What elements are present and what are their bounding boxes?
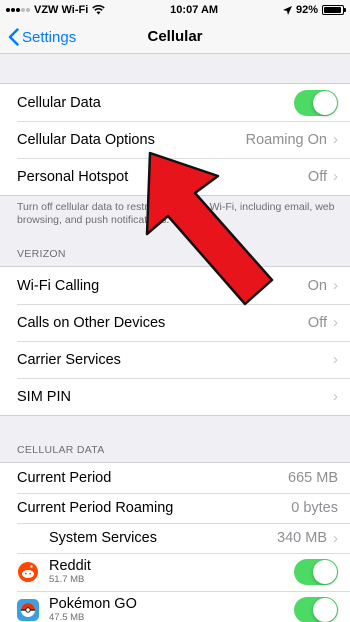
status-bar: VZW Wi-Fi 10:07 AM 92% xyxy=(0,0,350,20)
chevron-right-icon: › xyxy=(333,168,338,185)
current-period-roaming-value: 0 bytes xyxy=(291,500,338,516)
chevron-right-icon: › xyxy=(333,529,338,547)
cellular-data-row: Cellular Data xyxy=(0,84,350,121)
system-services-label: System Services xyxy=(49,530,157,546)
navigation-bar: Settings Cellular xyxy=(0,20,350,54)
app-usage-reddit: 51.7 MB xyxy=(49,574,85,585)
signal-icon xyxy=(6,8,30,12)
app-usage-pokemon-go: 47.5 MB xyxy=(49,612,85,622)
clock: 10:07 AM xyxy=(170,4,219,16)
app-row-reddit: Reddit 51.7 MB xyxy=(0,553,350,591)
page-title: Cellular xyxy=(147,28,203,45)
system-services-row[interactable]: System Services 340 MB › xyxy=(0,523,350,553)
status-right: 92% xyxy=(282,4,346,16)
wifi-calling-label: Wi-Fi Calling xyxy=(17,277,100,294)
personal-hotspot-row[interactable]: Personal Hotspot Off › xyxy=(0,158,350,195)
current-period-row: Current Period 665 MB xyxy=(0,463,350,493)
app-name-pokemon-go: Pokémon GO xyxy=(49,596,137,612)
carrier-services-label: Carrier Services xyxy=(17,351,121,368)
battery-percent: 92% xyxy=(295,4,318,16)
reddit-cellular-toggle[interactable] xyxy=(294,559,338,585)
verizon-section-header: VERIZON xyxy=(17,248,66,260)
system-services-value: 340 MB xyxy=(277,530,327,546)
chevron-right-icon: › xyxy=(333,277,338,294)
status-left: VZW Wi-Fi xyxy=(6,4,106,16)
app-name-reddit: Reddit xyxy=(49,558,91,574)
current-period-roaming-row: Current Period Roaming 0 bytes xyxy=(0,493,350,523)
reddit-app-icon xyxy=(17,561,39,583)
back-button[interactable]: Settings xyxy=(8,20,76,54)
back-label: Settings xyxy=(22,28,77,46)
cellular-data-toggle[interactable] xyxy=(294,89,338,116)
current-period-roaming-label: Current Period Roaming xyxy=(17,500,174,516)
carrier-services-row[interactable]: Carrier Services › xyxy=(0,341,350,378)
wifi-calling-row[interactable]: Wi-Fi Calling On › xyxy=(0,267,350,304)
carrier-label: VZW Wi-Fi xyxy=(34,4,89,16)
sim-pin-row[interactable]: SIM PIN › xyxy=(0,378,350,415)
calls-on-other-devices-row[interactable]: Calls on Other Devices Off › xyxy=(0,304,350,341)
chevron-right-icon: › xyxy=(333,314,338,331)
cellular-settings-group: Cellular Data Cellular Data Options Roam… xyxy=(0,83,350,196)
pokemon-go-app-icon xyxy=(17,599,39,621)
pokemon-go-cellular-toggle[interactable] xyxy=(294,597,338,622)
location-arrow-icon xyxy=(282,5,292,15)
chevron-left-icon xyxy=(8,28,19,46)
cellular-data-options-value: Roaming On xyxy=(245,131,327,148)
cellular-usage-group: Current Period 665 MB Current Period Roa… xyxy=(0,462,350,622)
sim-pin-label: SIM PIN xyxy=(17,388,71,405)
chevron-right-icon: › xyxy=(333,388,338,405)
battery-icon xyxy=(321,5,346,15)
cellular-data-section-header: CELLULAR DATA xyxy=(17,444,105,456)
current-period-label: Current Period xyxy=(17,470,112,486)
personal-hotspot-value: Off xyxy=(307,168,327,185)
chevron-right-icon: › xyxy=(333,131,338,148)
app-row-pokemon-go: Pokémon GO 47.5 MB xyxy=(0,591,350,622)
verizon-group: Wi-Fi Calling On › Calls on Other Device… xyxy=(0,266,350,416)
cellular-data-footnote: Turn off cellular data to restrict all d… xyxy=(17,201,335,226)
wifi-calling-value: On xyxy=(307,277,327,294)
calls-on-other-devices-label: Calls on Other Devices xyxy=(17,314,166,331)
chevron-right-icon: › xyxy=(333,351,338,368)
personal-hotspot-label: Personal Hotspot xyxy=(17,168,129,185)
cellular-data-options-label: Cellular Data Options xyxy=(17,131,155,148)
cellular-data-options-row[interactable]: Cellular Data Options Roaming On › xyxy=(0,121,350,158)
current-period-value: 665 MB xyxy=(288,470,338,486)
cellular-data-label: Cellular Data xyxy=(17,94,101,111)
calls-on-other-devices-value: Off xyxy=(307,314,327,331)
wifi-icon xyxy=(92,5,106,15)
